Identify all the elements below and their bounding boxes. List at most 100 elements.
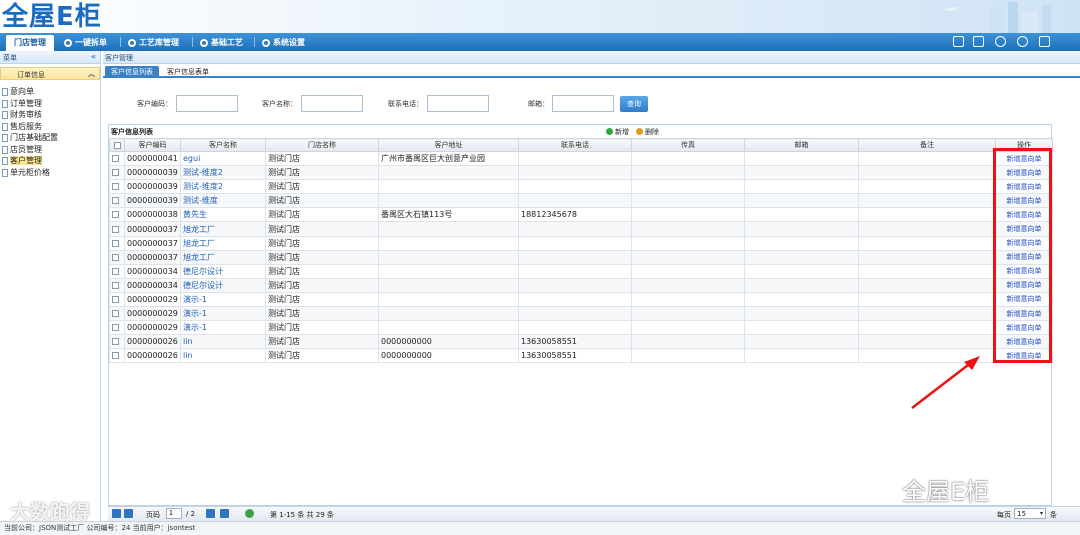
user-icon[interactable]	[995, 36, 1006, 47]
checkbox[interactable]	[112, 197, 119, 205]
customer-name-link[interactable]: 旭龙工厂	[180, 235, 266, 251]
checkbox[interactable]	[112, 225, 119, 233]
row-select-cell[interactable]	[109, 235, 125, 251]
row-select-cell[interactable]	[109, 249, 125, 265]
checkbox[interactable]	[112, 310, 119, 318]
sidebar-item-order-management[interactable]: 订单管理	[0, 98, 100, 110]
customer-name-link[interactable]: 旭龙工厂	[180, 221, 266, 237]
per-page-select[interactable]: 15 ▾	[1014, 508, 1046, 519]
chevron-up-icon[interactable]: ︽	[88, 69, 95, 79]
refresh-icon[interactable]	[245, 509, 254, 518]
customer-name-link[interactable]: 测试-维度2	[180, 179, 266, 195]
row-select-cell[interactable]	[109, 221, 125, 237]
table-row[interactable]: 0000000037 旭龙工厂 测试门店 新增意向单	[109, 221, 1053, 237]
sidebar-item-customer-management[interactable]: 客户管理	[0, 155, 100, 167]
nav-store-management[interactable]: 门店管理	[6, 35, 54, 51]
select-all-cell[interactable]	[109, 138, 125, 152]
nav-basic-craft[interactable]: 基础工艺	[198, 35, 243, 51]
table-row[interactable]: 0000000039 测试-维度 测试门店 新增意向单	[109, 193, 1053, 209]
table-row[interactable]: 0000000037 旭龙工厂 测试门店 新增意向单	[109, 249, 1053, 265]
customer-name-link[interactable]: 德尼尔设计	[180, 277, 266, 293]
customer-name-link[interactable]: 演示-1	[180, 306, 266, 322]
column-header[interactable]: 传真	[631, 138, 745, 152]
sidebar-item-intent-order[interactable]: 意向单	[0, 86, 100, 98]
delete-button[interactable]: 删除	[636, 127, 659, 137]
customer-name-link[interactable]: 旭龙工厂	[180, 249, 266, 265]
table-row[interactable]: 0000000039 测试-维度2 测试门店 新增意向单	[109, 165, 1053, 181]
email-input[interactable]	[552, 95, 614, 112]
row-select-cell[interactable]	[109, 263, 125, 279]
sidebar-group-order-info[interactable]: 订单信息 ︽	[0, 67, 100, 80]
checkbox[interactable]	[112, 169, 119, 177]
search-button[interactable]: 查询	[620, 96, 648, 112]
phone-input[interactable]	[427, 95, 489, 112]
table-row[interactable]: 0000000038 黄先生 测试门店 番禺区大石镇113号 18812345678 新增…	[109, 207, 1053, 223]
table-row[interactable]: 0000000026 lin 测试门店 0000000000 13630058551 新增…	[109, 334, 1053, 350]
row-select-cell[interactable]	[109, 207, 125, 223]
customer-name-input[interactable]	[301, 95, 363, 112]
checkbox[interactable]	[112, 253, 119, 261]
screen-icon[interactable]	[953, 36, 964, 47]
column-header[interactable]: 邮箱	[744, 138, 859, 152]
customer-code-input[interactable]	[176, 95, 238, 112]
sidebar-item-finance-review[interactable]: 财务审核	[0, 109, 100, 121]
table-row[interactable]: 0000000037 旭龙工厂 测试门店 新增意向单	[109, 235, 1053, 251]
customer-name-link[interactable]: lin	[180, 334, 266, 350]
customer-name-link[interactable]: egui	[180, 150, 266, 167]
row-select-cell[interactable]	[109, 165, 125, 181]
customer-name-link[interactable]: 演示-1	[180, 320, 266, 336]
column-header[interactable]: 备注	[858, 138, 996, 152]
checkbox[interactable]	[112, 281, 119, 289]
gear-icon[interactable]	[1017, 36, 1028, 47]
row-select-cell[interactable]	[109, 320, 125, 336]
row-select-cell[interactable]	[109, 291, 125, 308]
table-row[interactable]: 0000000034 德尼尔设计 测试门店 新增意向单	[109, 263, 1053, 279]
row-select-cell[interactable]	[109, 348, 125, 364]
nav-craft-library[interactable]: 工艺库管理	[126, 35, 179, 51]
table-row[interactable]: 0000000029 演示-1 测试门店 新增意向单	[109, 306, 1053, 322]
row-select-cell[interactable]	[109, 179, 125, 195]
customer-name-link[interactable]: 测试-维度	[180, 193, 266, 209]
column-header[interactable]: 客户名称	[180, 138, 266, 152]
checkbox[interactable]	[112, 211, 119, 219]
first-page-icon[interactable]	[112, 509, 121, 518]
lock-icon[interactable]	[973, 36, 984, 47]
prev-page-icon[interactable]	[124, 509, 133, 518]
checkbox[interactable]	[112, 324, 119, 332]
customer-name-link[interactable]: 德尼尔设计	[180, 263, 266, 279]
table-row[interactable]: 0000000034 德尼尔设计 测试门店 新增意向单	[109, 277, 1053, 293]
row-select-cell[interactable]	[109, 306, 125, 322]
tab-customer-form[interactable]: 客户信息表单	[161, 66, 215, 78]
row-select-cell[interactable]	[109, 150, 125, 167]
checkbox[interactable]	[113, 141, 121, 149]
row-select-cell[interactable]	[109, 193, 125, 209]
table-row[interactable]: 0000000029 演示-1 测试门店 新增意向单	[109, 291, 1053, 308]
add-button[interactable]: 新增	[606, 127, 629, 137]
page-input[interactable]	[166, 508, 182, 519]
nav-system-settings[interactable]: 系统设置	[260, 35, 305, 51]
table-row[interactable]: 0000000029 演示-1 测试门店 新增意向单	[109, 320, 1053, 336]
sidebar-item-cabinet-price[interactable]: 单元柜价格	[0, 167, 100, 179]
checkbox[interactable]	[112, 267, 119, 275]
customer-name-link[interactable]: 黄先生	[180, 207, 266, 223]
column-header[interactable]: 客户编码	[124, 138, 181, 152]
sidebar-item-after-sales[interactable]: 售后服务	[0, 121, 100, 133]
tab-customer-list[interactable]: 客户信息列表	[105, 66, 159, 78]
column-header[interactable]: 门店名称	[265, 138, 379, 152]
collapse-icon[interactable]: «	[91, 52, 96, 61]
logout-icon[interactable]	[1039, 36, 1050, 47]
row-select-cell[interactable]	[109, 334, 125, 350]
sidebar-item-store-config[interactable]: 门店基础配置	[0, 132, 100, 144]
customer-name-link[interactable]: lin	[180, 348, 266, 364]
next-page-icon[interactable]	[206, 509, 215, 518]
table-row[interactable]: 0000000041 egui 测试门店 广州市番禺区巨大创意产业园 新增意向单	[109, 150, 1053, 167]
column-header[interactable]: 联系电话	[518, 138, 632, 152]
checkbox[interactable]	[112, 183, 119, 191]
checkbox[interactable]	[112, 352, 119, 360]
row-select-cell[interactable]	[109, 277, 125, 293]
column-header[interactable]: 客户地址	[378, 138, 519, 152]
checkbox[interactable]	[112, 338, 119, 346]
last-page-icon[interactable]	[220, 509, 229, 518]
checkbox[interactable]	[112, 239, 119, 247]
checkbox[interactable]	[112, 295, 119, 303]
